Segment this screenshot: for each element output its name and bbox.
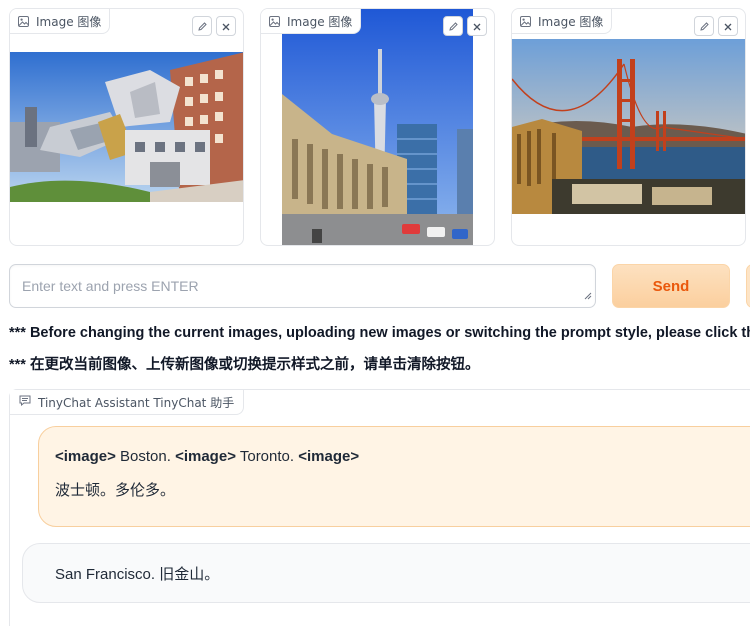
partially-visible-button[interactable]: [746, 264, 750, 308]
pencil-icon: [197, 17, 208, 36]
image-panel-label: Image 图像: [261, 9, 362, 34]
edit-image-button[interactable]: [192, 16, 212, 36]
close-icon: [221, 17, 231, 36]
pencil-icon: [699, 17, 710, 36]
image-tag: <image>: [55, 448, 116, 465]
send-button[interactable]: Send: [612, 264, 730, 308]
image-panel-san-francisco: Image 图像: [511, 8, 746, 246]
chat-input-field[interactable]: [10, 265, 595, 307]
chat-bubble-icon: [19, 395, 31, 409]
image-panel-toronto: Image 图像: [260, 8, 495, 246]
image-san-francisco: [512, 39, 745, 214]
user-message: <image> Boston. <image> Toronto. <image>…: [38, 426, 750, 527]
note-english: *** Before changing the current images, …: [9, 325, 750, 341]
close-icon: [472, 17, 482, 36]
image-panel-boston: Image 图像: [9, 8, 244, 246]
remove-image-button[interactable]: [216, 16, 236, 36]
resize-handle-icon[interactable]: [583, 285, 592, 304]
remove-image-button[interactable]: [718, 16, 738, 36]
chat-input[interactable]: [9, 264, 596, 308]
image-icon: [269, 15, 280, 27]
remove-image-button[interactable]: [467, 16, 487, 36]
image-tag: <image>: [175, 448, 236, 465]
chatbot-label: TinyChat Assistant TinyChat 助手: [10, 390, 245, 415]
image-icon: [520, 15, 531, 27]
image-boston: [10, 52, 243, 202]
assistant-message: San Francisco. 旧金山。: [22, 543, 750, 603]
edit-image-button[interactable]: [694, 16, 714, 36]
pencil-icon: [448, 17, 459, 36]
close-icon: [723, 17, 733, 36]
user-message-line2: 波士顿。多伦多。: [55, 482, 176, 499]
chatbot-panel: TinyChat Assistant TinyChat 助手 <image> B…: [9, 389, 750, 626]
image-panel-label: Image 图像: [512, 9, 613, 34]
edit-image-button[interactable]: [443, 16, 463, 36]
note-chinese: *** 在更改当前图像、上传新图像或切换提示样式之前，请单击清除按钮。: [9, 357, 480, 373]
image-icon: [18, 15, 29, 27]
image-panel-label: Image 图像: [10, 9, 111, 34]
image-toronto: [282, 9, 473, 245]
image-tag: <image>: [298, 448, 360, 465]
